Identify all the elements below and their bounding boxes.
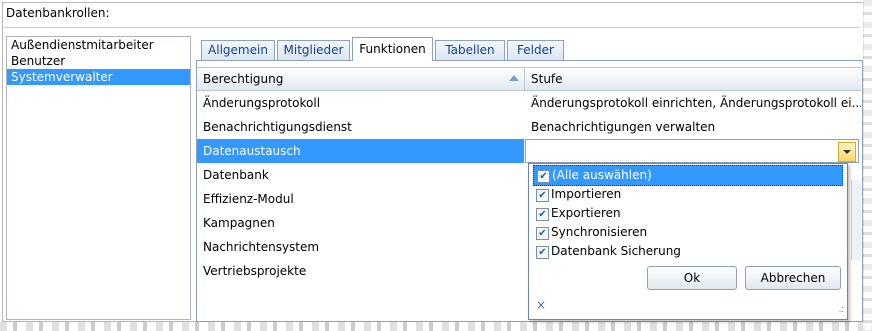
option-exportieren[interactable]: ✔ Exportieren	[533, 204, 843, 223]
resize-grip-icon[interactable]: .:	[838, 304, 843, 315]
checkbox-checked-icon[interactable]: ✔	[536, 189, 549, 202]
cancel-button[interactable]: Abbrechen	[745, 266, 841, 290]
title-divider	[3, 27, 860, 28]
option-label: (Alle auswählen)	[552, 168, 652, 182]
option-label: Exportieren	[551, 206, 621, 220]
chevron-down-icon	[843, 150, 851, 154]
cell-berechtigung: Kampagnen	[203, 216, 275, 230]
cell-berechtigung: Nachrichtensystem	[203, 240, 320, 254]
table-row[interactable]: Benachrichtigungsdienst Benachrichtigung…	[197, 115, 861, 139]
dropdown-button[interactable]	[838, 142, 856, 162]
vertical-scrollbar[interactable]	[851, 180, 861, 260]
option-select-all[interactable]: ✔ (Alle auswählen)	[533, 165, 843, 186]
cell-berechtigung: Änderungsprotokoll	[203, 96, 321, 110]
option-label: Importieren	[551, 187, 622, 201]
checkbox-checked-icon[interactable]: ✔	[536, 246, 549, 259]
sort-ascending-icon	[509, 75, 519, 81]
tab-mitglieder[interactable]: Mitglieder	[277, 40, 350, 60]
tab-tabellen[interactable]: Tabellen	[435, 40, 505, 60]
stufe-dropdown[interactable]	[525, 139, 859, 163]
table-row-selected[interactable]: Datenaustausch	[197, 139, 861, 163]
cell-stufe: Benachrichtigungen verwalten	[531, 120, 716, 134]
role-item[interactable]: Außendienstmitarbeiter	[7, 37, 190, 53]
torn-edge-right	[863, 0, 872, 331]
header-stufe[interactable]: Stufe	[525, 68, 861, 90]
role-item[interactable]: Benutzer	[7, 53, 190, 69]
cell-berechtigung: Benachrichtigungsdienst	[203, 120, 352, 134]
close-icon[interactable]: ×	[536, 298, 546, 312]
page-title: Datenbankrollen:	[6, 6, 110, 20]
table-row[interactable]: Änderungsprotokoll Änderungsprotokoll ei…	[197, 91, 861, 115]
torn-edge-bottom	[0, 322, 872, 331]
tab-allgemein[interactable]: Allgemein	[201, 40, 275, 60]
role-item-selected[interactable]: Systemverwalter	[7, 69, 190, 85]
tab-felder[interactable]: Felder	[507, 40, 564, 60]
roles-list[interactable]: Außendienstmitarbeiter Benutzer Systemve…	[6, 36, 191, 320]
cell-berechtigung: Vertriebsprojekte	[203, 264, 307, 278]
cell-berechtigung: Datenbank	[203, 168, 269, 182]
cell-berechtigung: Datenaustausch	[197, 139, 524, 163]
checkbox-checked-icon[interactable]: ✔	[536, 227, 549, 240]
checkbox-checked-icon[interactable]: ✔	[537, 170, 550, 183]
checkbox-checked-icon[interactable]: ✔	[536, 208, 549, 221]
option-label: Synchronisieren	[551, 225, 648, 239]
option-importieren[interactable]: ✔ Importieren	[533, 185, 843, 204]
cell-berechtigung: Effizienz-Modul	[203, 192, 294, 206]
tab-funktionen[interactable]: Funktionen	[352, 37, 433, 61]
ok-button[interactable]: Ok	[647, 266, 737, 290]
option-label: Datenbank Sicherung	[551, 244, 681, 258]
cell-stufe: Änderungsprotokoll einrichten, Änderungs…	[531, 96, 861, 110]
header-berechtigung[interactable]: Berechtigung	[197, 68, 525, 90]
checklist-popup: ✔ (Alle auswählen) ✔ Importieren ✔ Expor…	[528, 163, 848, 320]
grid-header: Berechtigung Stufe	[197, 67, 861, 91]
option-datenbank-sicherung[interactable]: ✔ Datenbank Sicherung	[533, 242, 843, 261]
option-synchronisieren[interactable]: ✔ Synchronisieren	[533, 223, 843, 242]
